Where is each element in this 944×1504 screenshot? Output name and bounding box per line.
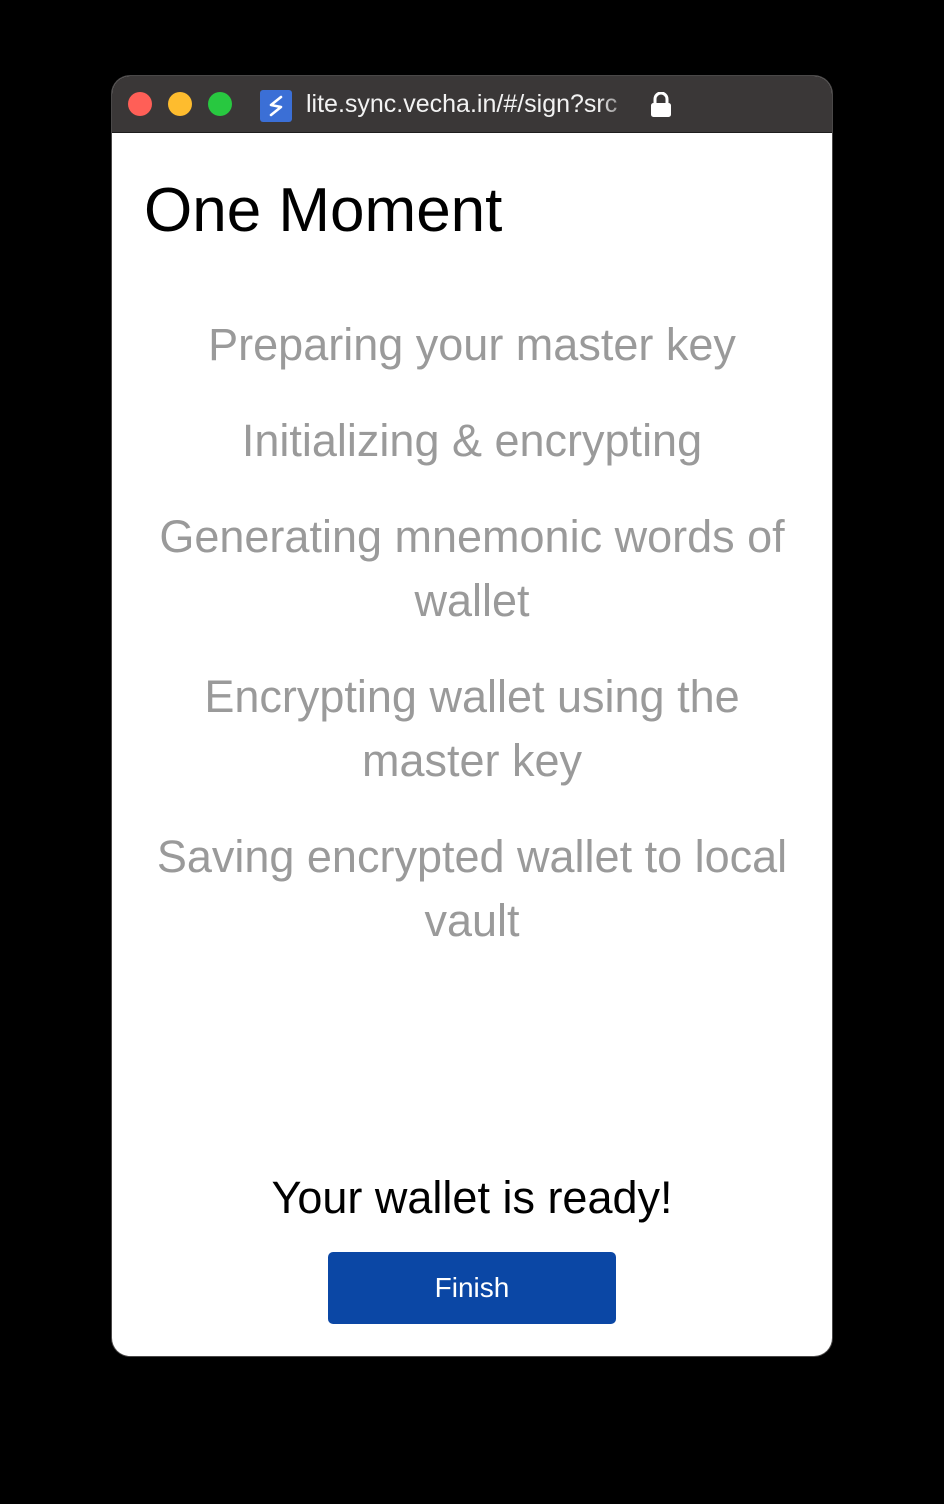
url-text: lite.sync.vecha.in/#/sign?src bbox=[306, 90, 618, 118]
title-bar: lite.sync.vecha.in/#/sign?src bbox=[112, 76, 832, 133]
step-generate-mnemonic: Generating mnemonic words of wallet bbox=[159, 511, 785, 626]
page-title: One Moment bbox=[144, 176, 503, 245]
address-bar[interactable]: lite.sync.vecha.in/#/sign?src bbox=[306, 88, 638, 120]
lock-icon bbox=[650, 91, 672, 118]
finish-button[interactable]: Finish bbox=[328, 1252, 616, 1324]
progress-steps: Preparing your master key Initializing &… bbox=[132, 313, 812, 985]
status-message: Your wallet is ready! bbox=[271, 1172, 673, 1223]
zoom-window-button[interactable] bbox=[208, 92, 232, 116]
browser-window: lite.sync.vecha.in/#/sign?src One Moment… bbox=[112, 76, 832, 1356]
step-initialize-encrypt: Initializing & encrypting bbox=[241, 415, 703, 466]
minimize-window-button[interactable] bbox=[168, 92, 192, 116]
step-save-wallet: Saving encrypted wallet to local vault bbox=[156, 831, 788, 946]
step-prepare-master-key: Preparing your master key bbox=[208, 319, 736, 370]
close-window-button[interactable] bbox=[128, 92, 152, 116]
page-content: One Moment Preparing your master key Ini… bbox=[112, 133, 832, 1356]
step-encrypt-wallet: Encrypting wallet using the master key bbox=[204, 671, 740, 786]
sync-icon bbox=[260, 90, 292, 122]
